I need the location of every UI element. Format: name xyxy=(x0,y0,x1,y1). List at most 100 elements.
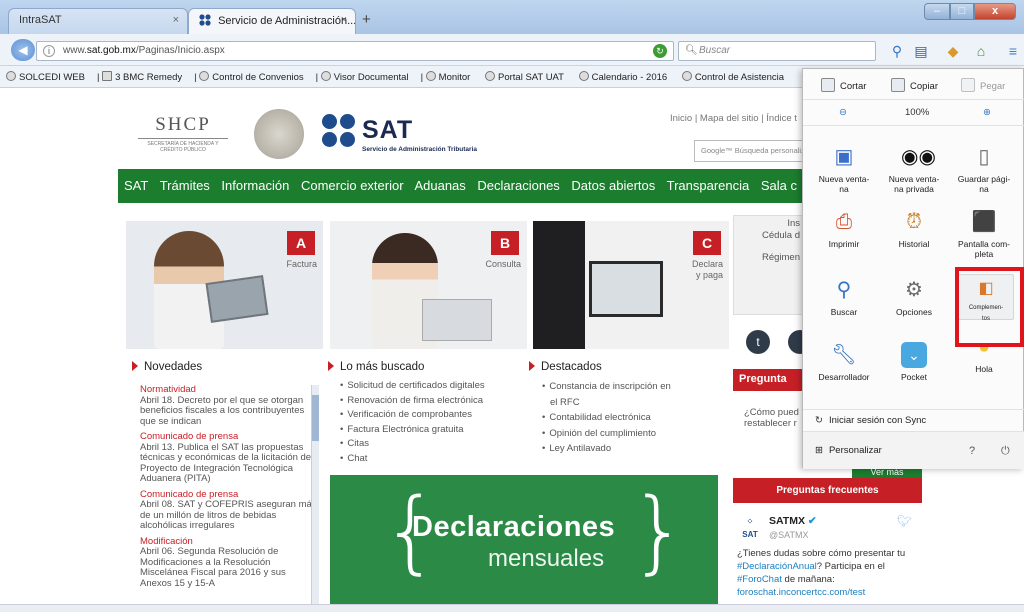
fullscreen-icon: ⬛ xyxy=(971,211,997,233)
list-item[interactable]: Ley Antilavado xyxy=(542,441,671,457)
tweet-hashtag[interactable]: #ForoChat xyxy=(737,574,782,585)
bookmark-monitor[interactable]: Monitor xyxy=(425,71,477,83)
horizontal-scrollbar[interactable] xyxy=(0,604,1024,612)
nav-sala[interactable]: Sala c xyxy=(761,178,797,193)
preguntas-frecuentes-heading[interactable]: Preguntas frecuentes xyxy=(733,478,922,503)
novedades-scrollbar[interactable] xyxy=(311,385,319,609)
site-info-icon[interactable]: i xyxy=(43,45,55,57)
tweet-name-text: SATMX xyxy=(769,515,805,527)
tramites-box[interactable]: Ins Cédula d Régimen xyxy=(733,215,803,315)
menu-pocket[interactable]: ⌄ Pocket xyxy=(881,342,947,382)
list-item[interactable]: Chat xyxy=(340,452,485,467)
bookmark-solcedi[interactable]: SOLCEDI WEB xyxy=(6,71,91,83)
list-item[interactable]: Citas xyxy=(340,437,485,452)
declaraciones-banner[interactable]: { } Declaraciones mensuales xyxy=(330,475,718,612)
url-text: www.sat.gob.mx/Paginas/Inicio.aspx xyxy=(63,45,225,56)
list-item[interactable]: Verificación de comprobantes xyxy=(340,408,485,423)
promo-factura[interactable]: A Factura xyxy=(126,221,323,349)
back-button[interactable]: ◀ xyxy=(11,39,35,61)
bookmark-control-asistencia[interactable]: Control de Asistencia xyxy=(681,71,790,83)
nav-aduanas[interactable]: Aduanas xyxy=(414,178,465,193)
list-item[interactable]: Normatividad Abril 18. Decreto por el que… xyxy=(140,385,318,427)
menu-history[interactable]: ⏰︎ Historial xyxy=(881,209,947,249)
promo-declara[interactable]: C Declara y paga xyxy=(533,221,729,349)
twitter-icon[interactable]: t xyxy=(746,330,770,354)
bookmark-portal-sat-uat[interactable]: Portal SAT UAT xyxy=(485,71,570,83)
scrollbar-thumb[interactable] xyxy=(312,395,319,441)
customize-button[interactable]: ⊞ Personalizar xyxy=(815,445,882,456)
menu-icon[interactable]: ≡ xyxy=(1004,42,1022,60)
tab-sat[interactable]: Servicio de Administración... × xyxy=(188,8,356,34)
reload-icon[interactable]: ↻ xyxy=(653,44,667,58)
list-item[interactable]: Renovación de firma electrónica xyxy=(340,394,485,409)
site-search-input[interactable]: Google™ Búsqueda personalizada xyxy=(694,140,804,162)
nav-comercio-exterior[interactable]: Comercio exterior xyxy=(301,178,404,193)
cut-button[interactable]: Cortar xyxy=(821,78,866,92)
bookmark-bmc-remedy[interactable]: 3 BMC Remedy xyxy=(102,71,188,83)
nav-informacion[interactable]: Información xyxy=(221,178,289,193)
quit-icon[interactable]: ⏻ xyxy=(1001,445,1010,458)
nav-declaraciones[interactable]: Declaraciones xyxy=(477,178,559,193)
list-item[interactable]: Modificación Abril 06. Segunda Resolución… xyxy=(140,536,318,590)
satmx-avatar[interactable]: ⁘ SAT xyxy=(739,515,761,539)
menu-print[interactable]: ⎙ Imprimir xyxy=(811,209,877,249)
list-item[interactable]: el RFC xyxy=(542,395,671,411)
menu-developer[interactable]: 🔧︎ Desarrollador xyxy=(811,342,877,382)
tab-close-icon[interactable]: × xyxy=(341,14,347,26)
tweet-name[interactable]: SATMX ✔ xyxy=(769,515,817,528)
nav-tramites[interactable]: Trámites xyxy=(160,178,210,193)
paste-button[interactable]: Pegar xyxy=(961,78,1005,92)
menu-options[interactable]: ⚙ Opciones xyxy=(881,277,947,317)
sync-button[interactable]: ↻ Iniciar sesión con Sync xyxy=(803,409,1024,431)
list-item[interactable]: Comunicado de prensa Abril 13. Publica el… xyxy=(140,431,318,485)
globe-icon xyxy=(485,71,495,81)
verified-icon: ✔ xyxy=(807,515,817,527)
pregunta-text[interactable]: ¿Cómo pued restablecer r xyxy=(744,407,804,429)
tab-intrasat[interactable]: IntraSAT × xyxy=(8,8,188,34)
minimize-button[interactable]: – xyxy=(924,3,950,20)
zoom-level[interactable]: 100% xyxy=(905,107,929,118)
list-item[interactable]: Solicitud de certificados digitales xyxy=(340,379,484,394)
list-item[interactable]: Comunicado de prensa Abril 08. SAT y COFE… xyxy=(140,489,318,532)
menu-new-window[interactable]: ▣ Nueva venta- na xyxy=(811,144,877,194)
tweet-link[interactable]: foroschat.inconcertcc.com/test xyxy=(737,587,865,598)
new-tab-button[interactable]: + xyxy=(362,11,371,28)
url-bar[interactable]: i www.sat.gob.mx/Paginas/Inicio.aspx ↻ xyxy=(36,41,674,61)
nav-transparencia[interactable]: Transparencia xyxy=(667,178,750,193)
tweet-text: de mañana: xyxy=(781,574,835,585)
promo-consulta[interactable]: B Consulta xyxy=(330,221,527,349)
search-input[interactable]: 🔍︎ Buscar xyxy=(678,41,876,61)
location-icon[interactable]: ⚲ xyxy=(888,42,906,60)
menu-fullscreen[interactable]: ⬛ Pantalla com- pleta xyxy=(951,209,1017,259)
bookmark-calendario[interactable]: Calendario - 2016 xyxy=(578,71,674,83)
bookmark-visor-documental[interactable]: Visor Documental xyxy=(320,71,415,83)
sat-logo[interactable]: SAT Servicio de Administración Tributari… xyxy=(322,114,512,158)
bookmark-label: 3 BMC Remedy xyxy=(115,72,183,83)
home-icon[interactable]: ⌂ xyxy=(972,42,990,60)
item-text: Abril 13. Publica el SAT las propuestas … xyxy=(140,441,314,484)
menu-private-window[interactable]: ◉◉ Nueva venta- na privada xyxy=(881,144,947,194)
tweet-hashtag[interactable]: #DeclaraciónAnual xyxy=(737,561,817,572)
list-item[interactable]: Contabilidad electrónica xyxy=(542,410,671,426)
menu-save-page[interactable]: ▯ Guardar pági- na xyxy=(951,144,1017,194)
header-links[interactable]: Inicio | Mapa del sitio | Índice t xyxy=(670,113,797,124)
zoom-out-icon[interactable]: ⊖ xyxy=(839,107,847,118)
pocket-toolbar-icon[interactable]: ◆ xyxy=(944,42,962,60)
maximize-button[interactable]: □ xyxy=(950,3,974,20)
copy-button[interactable]: Copiar xyxy=(891,78,938,92)
list-item[interactable]: Opinión del cumplimiento xyxy=(542,426,671,442)
menu-search[interactable]: ⚲ Buscar xyxy=(811,277,877,317)
tab-close-icon[interactable]: × xyxy=(173,14,179,26)
nav-datos-abiertos[interactable]: Datos abiertos xyxy=(571,178,655,193)
help-icon[interactable]: ? xyxy=(969,445,975,457)
list-item[interactable]: Constancia de inscripción en xyxy=(542,379,670,395)
nav-sat[interactable]: SAT xyxy=(124,178,148,193)
sat-subtitle: Servicio de Administración Tributaria xyxy=(362,146,477,153)
pocket-icon: ⌄ xyxy=(901,342,927,368)
bookmarks-icon[interactable]: ▤ xyxy=(912,42,930,60)
bookmark-control-convenios[interactable]: Control de Convenios xyxy=(199,71,309,83)
shcp-logo[interactable]: SHCP SECRETARÍA DE HACIENDA Y CRÉDITO PÚ… xyxy=(138,114,228,160)
zoom-in-icon[interactable]: ⊕ xyxy=(983,107,991,118)
list-item[interactable]: Factura Electrónica gratuita xyxy=(340,423,485,438)
close-window-button[interactable]: x xyxy=(974,3,1016,20)
